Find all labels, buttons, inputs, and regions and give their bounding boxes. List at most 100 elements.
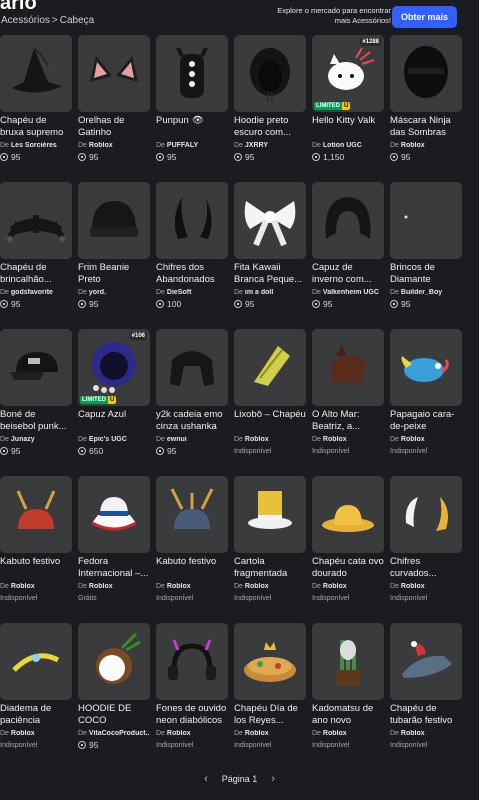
item-thumbnail[interactable]	[312, 623, 384, 700]
item-thumbnail[interactable]	[156, 476, 228, 553]
item-card[interactable]: Kabuto festivo De Roblox Indisponível	[0, 476, 72, 611]
item-name[interactable]: Brincos de Diamante	[390, 262, 462, 286]
item-card[interactable]: Orelhas de Gatinho De Roblox 95	[78, 35, 150, 170]
item-card[interactable]: Chifres curvados... De Roblox Indisponível	[390, 476, 462, 611]
creator-name[interactable]: Roblox	[245, 730, 269, 737]
item-thumbnail[interactable]	[390, 329, 462, 406]
item-name[interactable]: Fita Kawaii Branca Peque...	[234, 262, 306, 286]
creator-name[interactable]: im a doll	[245, 289, 273, 296]
item-thumbnail[interactable]	[390, 476, 462, 553]
item-name[interactable]: Chapéu cata ovo dourado	[312, 556, 384, 580]
item-name[interactable]: Papagaio cara-de-peixe	[390, 409, 462, 433]
item-name[interactable]: Chapéu de brincalhão...	[0, 262, 72, 286]
breadcrumb-accessories[interactable]: Acessórios	[1, 15, 50, 26]
item-thumbnail[interactable]	[390, 35, 462, 112]
item-name[interactable]: Chifres dos Abandonados	[156, 262, 228, 286]
item-card[interactable]: Punpun 👁 De PUFFALY 95	[156, 35, 228, 170]
item-thumbnail[interactable]	[312, 476, 384, 553]
creator-name[interactable]: Valkenheim UGC	[323, 289, 379, 296]
item-card[interactable]: Capuz de inverno com... De Valkenheim UGC…	[312, 182, 384, 317]
item-card[interactable]: O Alto Mar: Beatriz, a... De Roblox Indisp…	[312, 329, 384, 464]
item-thumbnail[interactable]	[78, 35, 150, 112]
item-name[interactable]: y2k cadeia emo cinza ushanka	[156, 409, 228, 433]
item-thumbnail[interactable]	[390, 623, 462, 700]
item-name[interactable]: Hoodie preto escuro com...	[234, 115, 306, 139]
item-card[interactable]: #1288 LIMITED U Hello Kitty Valk De Lotion U…	[312, 35, 384, 170]
item-thumbnail[interactable]	[234, 35, 306, 112]
creator-name[interactable]: Roblox	[245, 583, 269, 590]
item-thumbnail[interactable]	[78, 182, 150, 259]
creator-name[interactable]: Builder_Boy	[401, 289, 442, 296]
item-card[interactable]: Papagaio cara-de-peixe De Roblox Indisponí…	[390, 329, 462, 464]
creator-name[interactable]: Roblox	[167, 730, 191, 737]
item-thumbnail[interactable]	[234, 182, 306, 259]
item-thumbnail[interactable]	[390, 182, 462, 259]
item-thumbnail[interactable]	[234, 623, 306, 700]
creator-name[interactable]: yord.	[89, 289, 106, 296]
creator-name[interactable]: Roblox	[401, 730, 425, 737]
item-thumbnail[interactable]	[234, 476, 306, 553]
item-card[interactable]: Chapéu cata ovo dourado De Roblox Indispon…	[312, 476, 384, 611]
item-card[interactable]: Chapéu de bruxa supremo De Les Sorcières 9…	[0, 35, 72, 170]
item-name[interactable]: Chifres curvados...	[390, 556, 462, 580]
item-card[interactable]: y2k cadeia emo cinza ushanka De ewnui 95	[156, 329, 228, 464]
item-name[interactable]: Diadema de paciência	[0, 703, 72, 727]
creator-name[interactable]: Junazy	[11, 436, 35, 443]
item-thumbnail[interactable]	[156, 35, 228, 112]
item-name[interactable]: Capuz Azul	[78, 409, 150, 433]
creator-name[interactable]: Roblox	[401, 436, 425, 443]
item-thumbnail[interactable]	[78, 623, 150, 700]
item-name[interactable]: Capuz de inverno com...	[312, 262, 384, 286]
item-name[interactable]: Fedora Internacional –...	[78, 556, 150, 580]
item-card[interactable]: Chapéu de tubarão festivo De Roblox Indisp…	[390, 623, 462, 758]
creator-name[interactable]: ewnui	[167, 436, 187, 443]
item-name[interactable]: Kabuto festivo	[0, 556, 72, 580]
item-thumbnail[interactable]	[0, 182, 72, 259]
item-thumbnail[interactable]	[0, 35, 72, 112]
item-thumbnail[interactable]	[156, 182, 228, 259]
item-card[interactable]: Fita Kawaii Branca Peque... De im a doll 9…	[234, 182, 306, 317]
item-card[interactable]: Chifres dos Abandonados De DieSoft 100	[156, 182, 228, 317]
item-card[interactable]: Brincos de Diamante De Builder_Boy 95	[390, 182, 462, 317]
creator-name[interactable]: Roblox	[401, 142, 425, 149]
creator-name[interactable]: Roblox	[11, 730, 35, 737]
item-card[interactable]: Kadomatsu de ano novo De Roblox Indisponív…	[312, 623, 384, 758]
item-thumbnail[interactable]	[156, 329, 228, 406]
creator-name[interactable]: Les Sorcières	[11, 142, 57, 149]
item-card[interactable]: Boné de beisebol punk... De Junazy 95	[0, 329, 72, 464]
creator-name[interactable]: DieSoft	[167, 289, 192, 296]
chevron-left-icon[interactable]: ‹	[204, 773, 208, 785]
creator-name[interactable]: godsfavorite	[11, 289, 53, 296]
creator-name[interactable]: Roblox	[401, 583, 425, 590]
item-name[interactable]: Kadomatsu de ano novo	[312, 703, 384, 727]
creator-name[interactable]: PUFFALY	[167, 142, 198, 149]
item-card[interactable]: Fedora Internacional –... De Roblox Grátis	[78, 476, 150, 611]
item-thumbnail[interactable]	[0, 329, 72, 406]
item-card[interactable]: #106 LIMITED U Capuz Azul De Epic's UGC 650	[78, 329, 150, 464]
item-name[interactable]: Chapéu de bruxa supremo	[0, 115, 72, 139]
item-name[interactable]: Máscara Ninja das Sombras	[390, 115, 462, 139]
item-name[interactable]: Chapéu de tubarão festivo	[390, 703, 462, 727]
item-name[interactable]: Lixobô – Chapéu	[234, 409, 306, 433]
item-thumbnail[interactable]	[0, 476, 72, 553]
item-thumbnail[interactable]	[312, 329, 384, 406]
item-card[interactable]: Hoodie preto escuro com... De JXRRY 95	[234, 35, 306, 170]
creator-name[interactable]: Roblox	[89, 142, 113, 149]
item-name[interactable]: Cartola fragmentada	[234, 556, 306, 580]
item-name[interactable]: Frim Beanie Preto	[78, 262, 150, 286]
item-card[interactable]: Kabuto festivo De Roblox Indisponível	[156, 476, 228, 611]
item-name[interactable]: Kabuto festivo	[156, 556, 228, 580]
creator-name[interactable]: JXRRY	[245, 142, 268, 149]
item-thumbnail[interactable]	[234, 329, 306, 406]
item-card[interactable]: Frim Beanie Preto De yord. 95	[78, 182, 150, 317]
creator-name[interactable]: Roblox	[11, 583, 35, 590]
creator-name[interactable]: Roblox	[245, 436, 269, 443]
item-card[interactable]: Diadema de paciência De Roblox Indisponíve…	[0, 623, 72, 758]
item-name[interactable]: Fones de ouvido neon diabólicos	[156, 703, 228, 727]
creator-name[interactable]: Roblox	[167, 583, 191, 590]
chevron-right-icon[interactable]: ›	[271, 773, 275, 785]
item-name[interactable]: Orelhas de Gatinho	[78, 115, 150, 139]
item-thumbnail[interactable]: #106 LIMITED U	[78, 329, 150, 406]
item-card[interactable]: Chapéu Día de los Reyes... De Roblox Indis…	[234, 623, 306, 758]
item-thumbnail[interactable]	[312, 182, 384, 259]
